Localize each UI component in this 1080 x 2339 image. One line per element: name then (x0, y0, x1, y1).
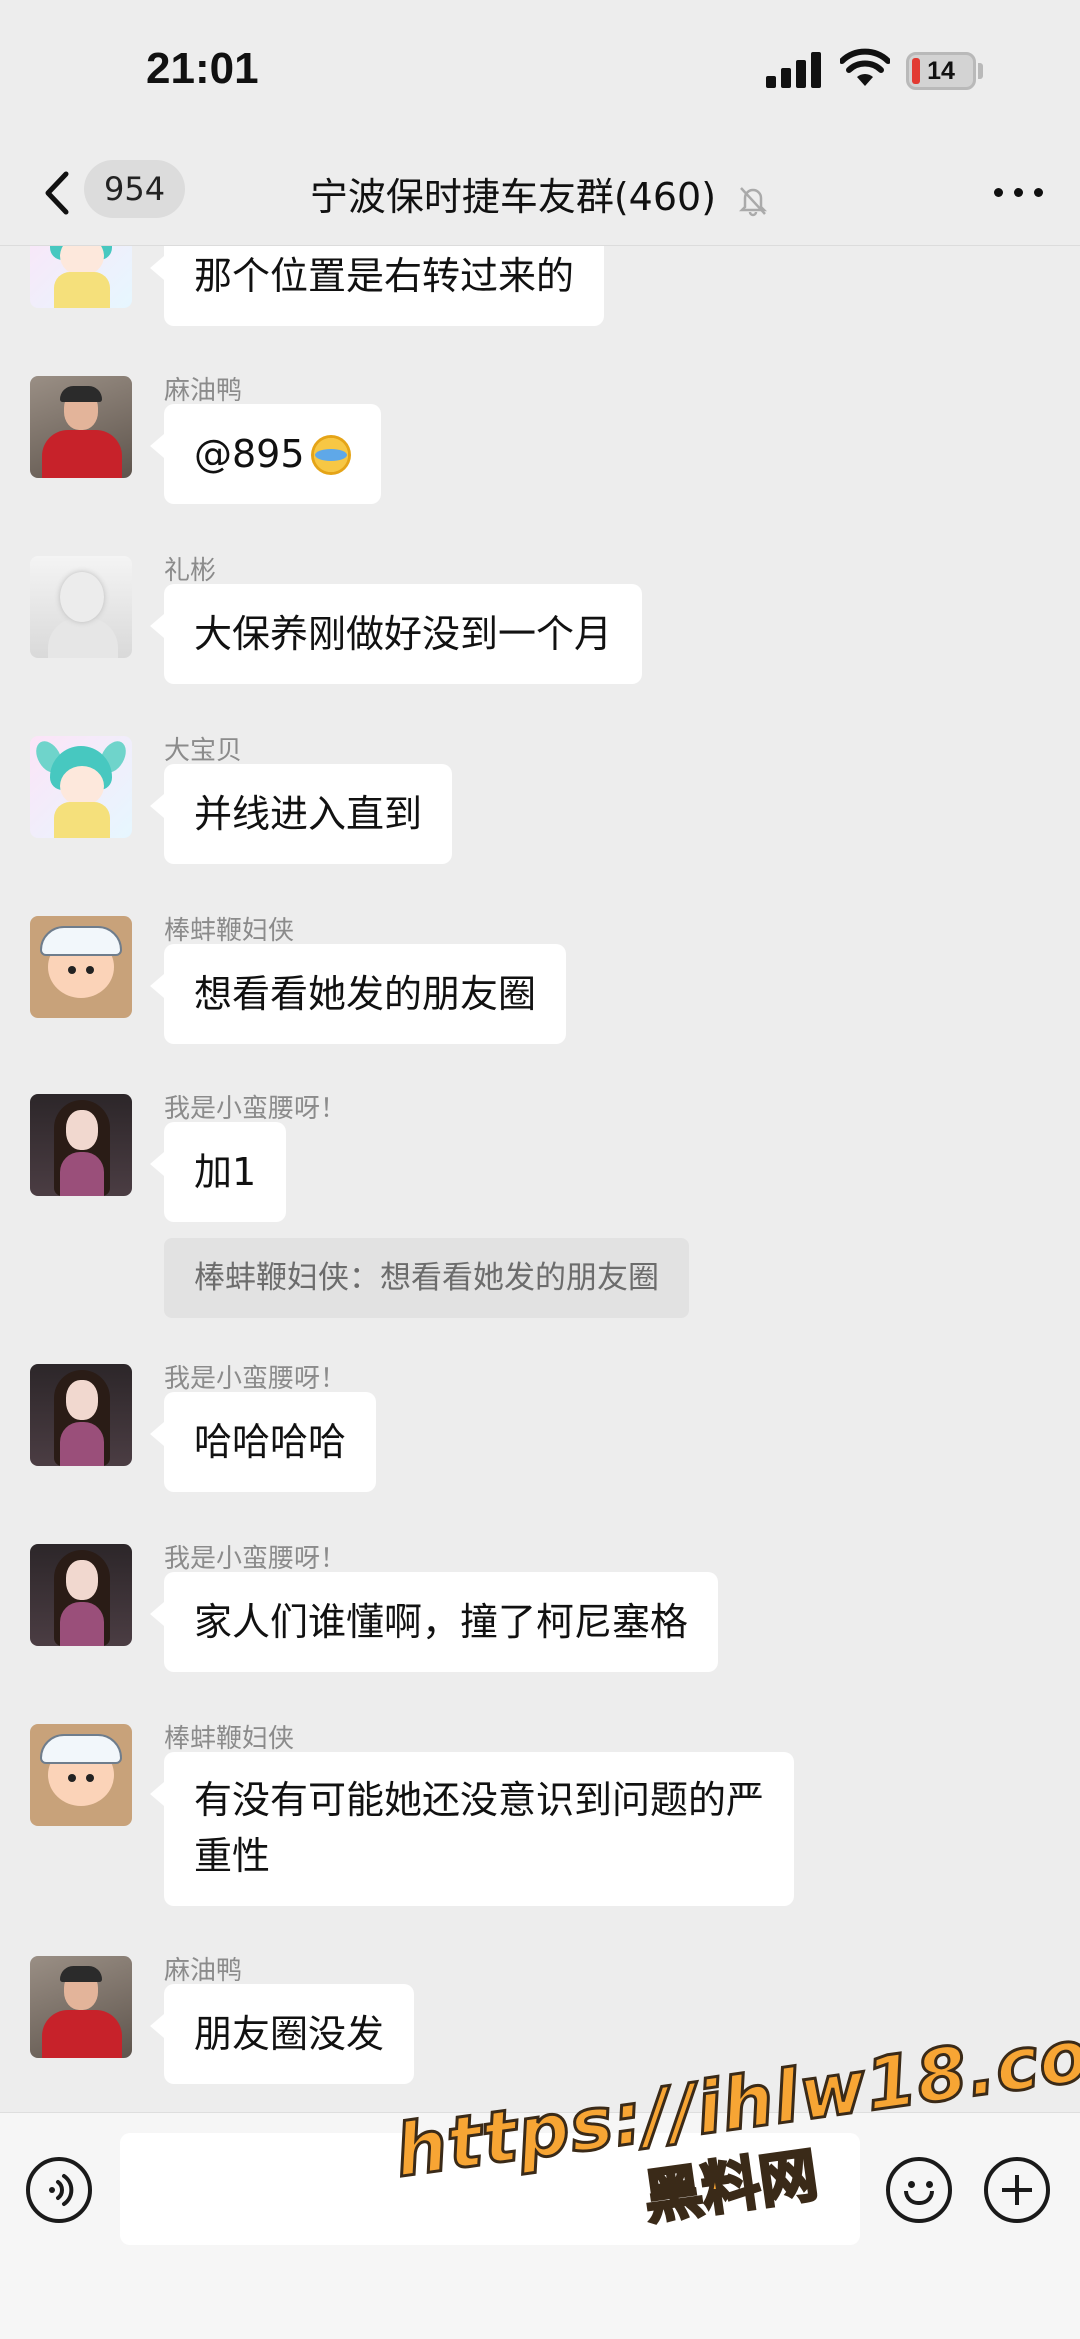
status-bar: 21:01 14 (0, 0, 1080, 140)
chat-header: 954 宁波保时捷车友群(460) (0, 140, 1080, 246)
message-bubble[interactable]: 想看看她发的朋友圈 (149, 944, 567, 1044)
message-text: @895 (194, 432, 305, 476)
quoted-message[interactable]: 棒蚌鞭妇侠：想看看她发的朋友圈 (164, 1238, 689, 1318)
group-title-text: 宁波保时捷车友群(460) (309, 175, 717, 219)
sender-name: 大宝贝 (164, 736, 243, 766)
voice-input-icon[interactable] (26, 2157, 92, 2223)
message-bubble[interactable]: 大保养刚做好没到一个月 (149, 584, 643, 684)
message-bubble[interactable]: 加1 (149, 1122, 287, 1222)
avatar[interactable] (30, 376, 132, 478)
mute-bell-icon (739, 186, 768, 216)
avatar[interactable] (30, 556, 132, 658)
wifi-icon (840, 48, 890, 86)
input-bar (0, 2112, 1080, 2339)
face-with-tears-emoji-icon (310, 435, 351, 475)
message-text-line: 有没有可能她还没意识到问题的严 (194, 1778, 765, 1822)
sender-name: 礼彬 (164, 556, 217, 586)
avatar[interactable] (30, 1956, 132, 2058)
avatar[interactable] (30, 1724, 132, 1826)
emoji-icon[interactable] (886, 2157, 952, 2223)
message-input[interactable] (120, 2133, 860, 2245)
battery-icon: 14 (906, 52, 976, 90)
message-bubble[interactable]: 有没有可能她还没意识到问题的严 重性 (149, 1752, 795, 1906)
sender-name: 麻油鸭 (164, 1956, 243, 1986)
group-title: 宁波保时捷车友群(460) (0, 166, 1080, 221)
message-bubble[interactable]: @895 (150, 404, 381, 504)
message-list[interactable]: 那个位置是右转过来的 麻油鸭 @895 礼彬 大保养刚做好没到一个月 大宝贝 并… (0, 246, 1080, 2112)
cellular-signal-icon (766, 52, 822, 88)
sender-name: 我是小蛮腰呀！ (164, 1094, 347, 1124)
plus-icon[interactable] (984, 2157, 1050, 2223)
message-bubble[interactable]: 哈哈哈哈 (149, 1392, 377, 1492)
message-bubble[interactable]: 并线进入直到 (149, 764, 453, 864)
status-time: 21:01 (146, 44, 259, 93)
message-bubble[interactable]: 家人们谁懂啊，撞了柯尼塞格 (149, 1572, 719, 1672)
message-text-line: 重性 (194, 1834, 271, 1878)
sender-name: 我是小蛮腰呀！ (164, 1544, 347, 1574)
avatar[interactable] (30, 1544, 132, 1646)
message-bubble[interactable]: 那个位置是右转过来的 (149, 246, 605, 326)
sender-name: 麻油鸭 (164, 376, 243, 406)
more-options-icon[interactable] (994, 184, 1048, 200)
avatar[interactable] (30, 1094, 132, 1196)
avatar[interactable] (30, 736, 132, 838)
avatar[interactable] (30, 246, 132, 308)
battery-level: 14 (927, 57, 955, 85)
sender-name: 棒蚌鞭妇侠 (164, 916, 295, 946)
message-bubble[interactable]: 朋友圈没发 (149, 1984, 415, 2084)
sender-name: 我是小蛮腰呀！ (164, 1364, 347, 1394)
sender-name: 棒蚌鞭妇侠 (164, 1724, 295, 1754)
avatar[interactable] (30, 916, 132, 1018)
avatar[interactable] (30, 1364, 132, 1466)
